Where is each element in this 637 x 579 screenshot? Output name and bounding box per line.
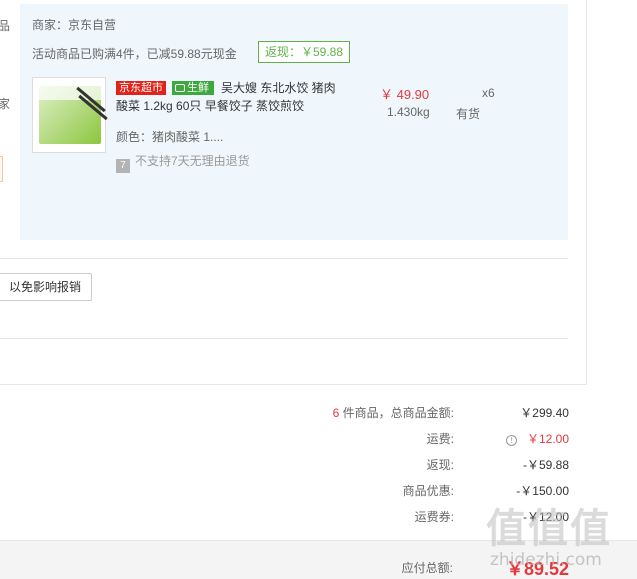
summary-rebate-row: 返现: -￥59.88: [0, 455, 637, 475]
summary-coupon-row: 运费券: -￥12.00: [0, 507, 637, 527]
left-cut-text: 品: [0, 19, 11, 33]
summary-shipping-row: 运费: ! ￥12.00: [0, 429, 637, 449]
shipping-label: 运费:: [426, 432, 454, 446]
invoice-button[interactable]: 以免影响报销: [0, 273, 93, 301]
product-quantity: x6: [482, 86, 495, 100]
product-weight: 1.430kg: [387, 105, 430, 119]
fresh-icon: [175, 84, 185, 92]
coupon-label: 运费券:: [414, 510, 454, 524]
product-price: ￥ 49.90: [380, 87, 430, 102]
goods-amount: ￥299.40: [520, 406, 569, 420]
divider: [0, 384, 587, 385]
divider: [0, 258, 568, 259]
shipping-amount: ! ￥12.00: [505, 429, 569, 449]
fresh-badge: 生鲜: [172, 81, 214, 95]
summary-goods-row: 6 件商品，总商品金额: ￥299.40: [0, 403, 637, 423]
merchant-label: 商家：京东自营: [32, 18, 117, 32]
product-spec: 颜色：猪肉酸菜 1....: [116, 130, 224, 144]
goods-label: 6 件商品，总商品金额:: [333, 403, 454, 423]
package-panel: 商家：京东自营 活动商品已购满4件，已减59.88元现金 返现：￥59.88 京…: [20, 4, 568, 240]
rebate-label: 返现:: [426, 458, 454, 472]
product-title[interactable]: 京东超市 生鲜 吴大嫂 东北水饺 猪肉酸菜 1.2kg 60只 早餐饺子 蒸饺煎饺: [116, 79, 346, 115]
left-cut-text: 家: [0, 97, 11, 111]
rebate-amount: -￥59.88: [522, 458, 569, 472]
discount-label: 商品优惠:: [402, 484, 454, 498]
total-amount: ￥89.52: [505, 559, 569, 579]
jd-supermarket-badge: 京东超市: [116, 81, 166, 95]
return-policy: 7 不支持7天无理由退货: [116, 152, 250, 173]
vertical-divider: [586, 0, 587, 384]
total-label: 应付总额:: [401, 561, 453, 575]
goods-label-text: 件商品，总商品金额:: [339, 406, 454, 420]
summary-discount-row: 商品优惠: -￥150.00: [0, 481, 637, 501]
total-bar: 应付总额: ￥89.52: [0, 540, 637, 579]
fresh-badge-label: 生鲜: [187, 82, 209, 94]
product-image[interactable]: [32, 77, 108, 153]
return-policy-text: 不支持7天无理由退货: [135, 154, 250, 168]
coupon-amount: -￥12.00: [522, 510, 569, 524]
discount-amount: -￥150.00: [516, 484, 569, 498]
rebate-tag: 返现：￥59.88: [258, 41, 351, 63]
promo-text: 活动商品已购满4件，已减59.88元现金: [32, 47, 237, 61]
stock-status: 有货: [456, 107, 481, 121]
no-return-icon: 7: [116, 159, 130, 173]
left-cut-box: [0, 156, 3, 182]
info-icon[interactable]: !: [505, 435, 517, 446]
divider: [0, 338, 568, 339]
shipping-value: ￥12.00: [526, 432, 569, 446]
